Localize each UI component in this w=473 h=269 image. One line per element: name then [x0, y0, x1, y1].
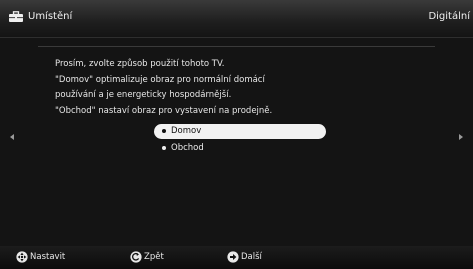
next-hint[interactable]: Další: [227, 251, 267, 264]
dpad-icon: [16, 251, 28, 263]
footer-bar: Nastavit Zpět Další: [0, 246, 473, 269]
bullet-icon: [162, 146, 166, 150]
toolbox-icon: [9, 11, 23, 22]
arrow-left-icon[interactable]: [10, 134, 14, 140]
back-hint[interactable]: Zpět: [130, 251, 170, 264]
set-label: Nastavit: [30, 252, 66, 262]
bullet-icon: [162, 129, 166, 133]
next-arrow-icon: [227, 251, 239, 263]
next-label: Další: [241, 252, 262, 262]
option-label: Obchod: [171, 143, 204, 153]
option-label: Domov: [171, 126, 202, 136]
divider: [38, 46, 435, 47]
tv-setup-screen: Umístění Digitální Prosím, zvolte způsob…: [0, 0, 473, 269]
header-bar: Umístění Digitální: [0, 0, 473, 38]
instructions-line: Prosím, zvolte způsob použití tohoto TV.: [55, 59, 225, 69]
instructions-line: "Obchod" nastaví obraz pro vystavení na …: [55, 105, 273, 116]
back-icon: [130, 251, 142, 263]
input-mode-label: Digitální: [428, 11, 470, 22]
instructions-line: "Domov" optimalizuje obraz pro normální …: [55, 74, 265, 85]
arrow-right-icon[interactable]: [459, 134, 463, 140]
back-label: Zpět: [144, 252, 164, 262]
set-hint[interactable]: Nastavit: [16, 251, 76, 264]
page-title: Umístění: [28, 11, 73, 22]
instructions-line: používání a je energeticky hospodárnější…: [55, 90, 232, 101]
option-domov[interactable]: Domov: [154, 124, 326, 139]
instructions-text: Prosím, zvolte způsob použití tohoto TV.…: [55, 57, 272, 119]
option-obchod[interactable]: Obchod: [154, 141, 326, 156]
